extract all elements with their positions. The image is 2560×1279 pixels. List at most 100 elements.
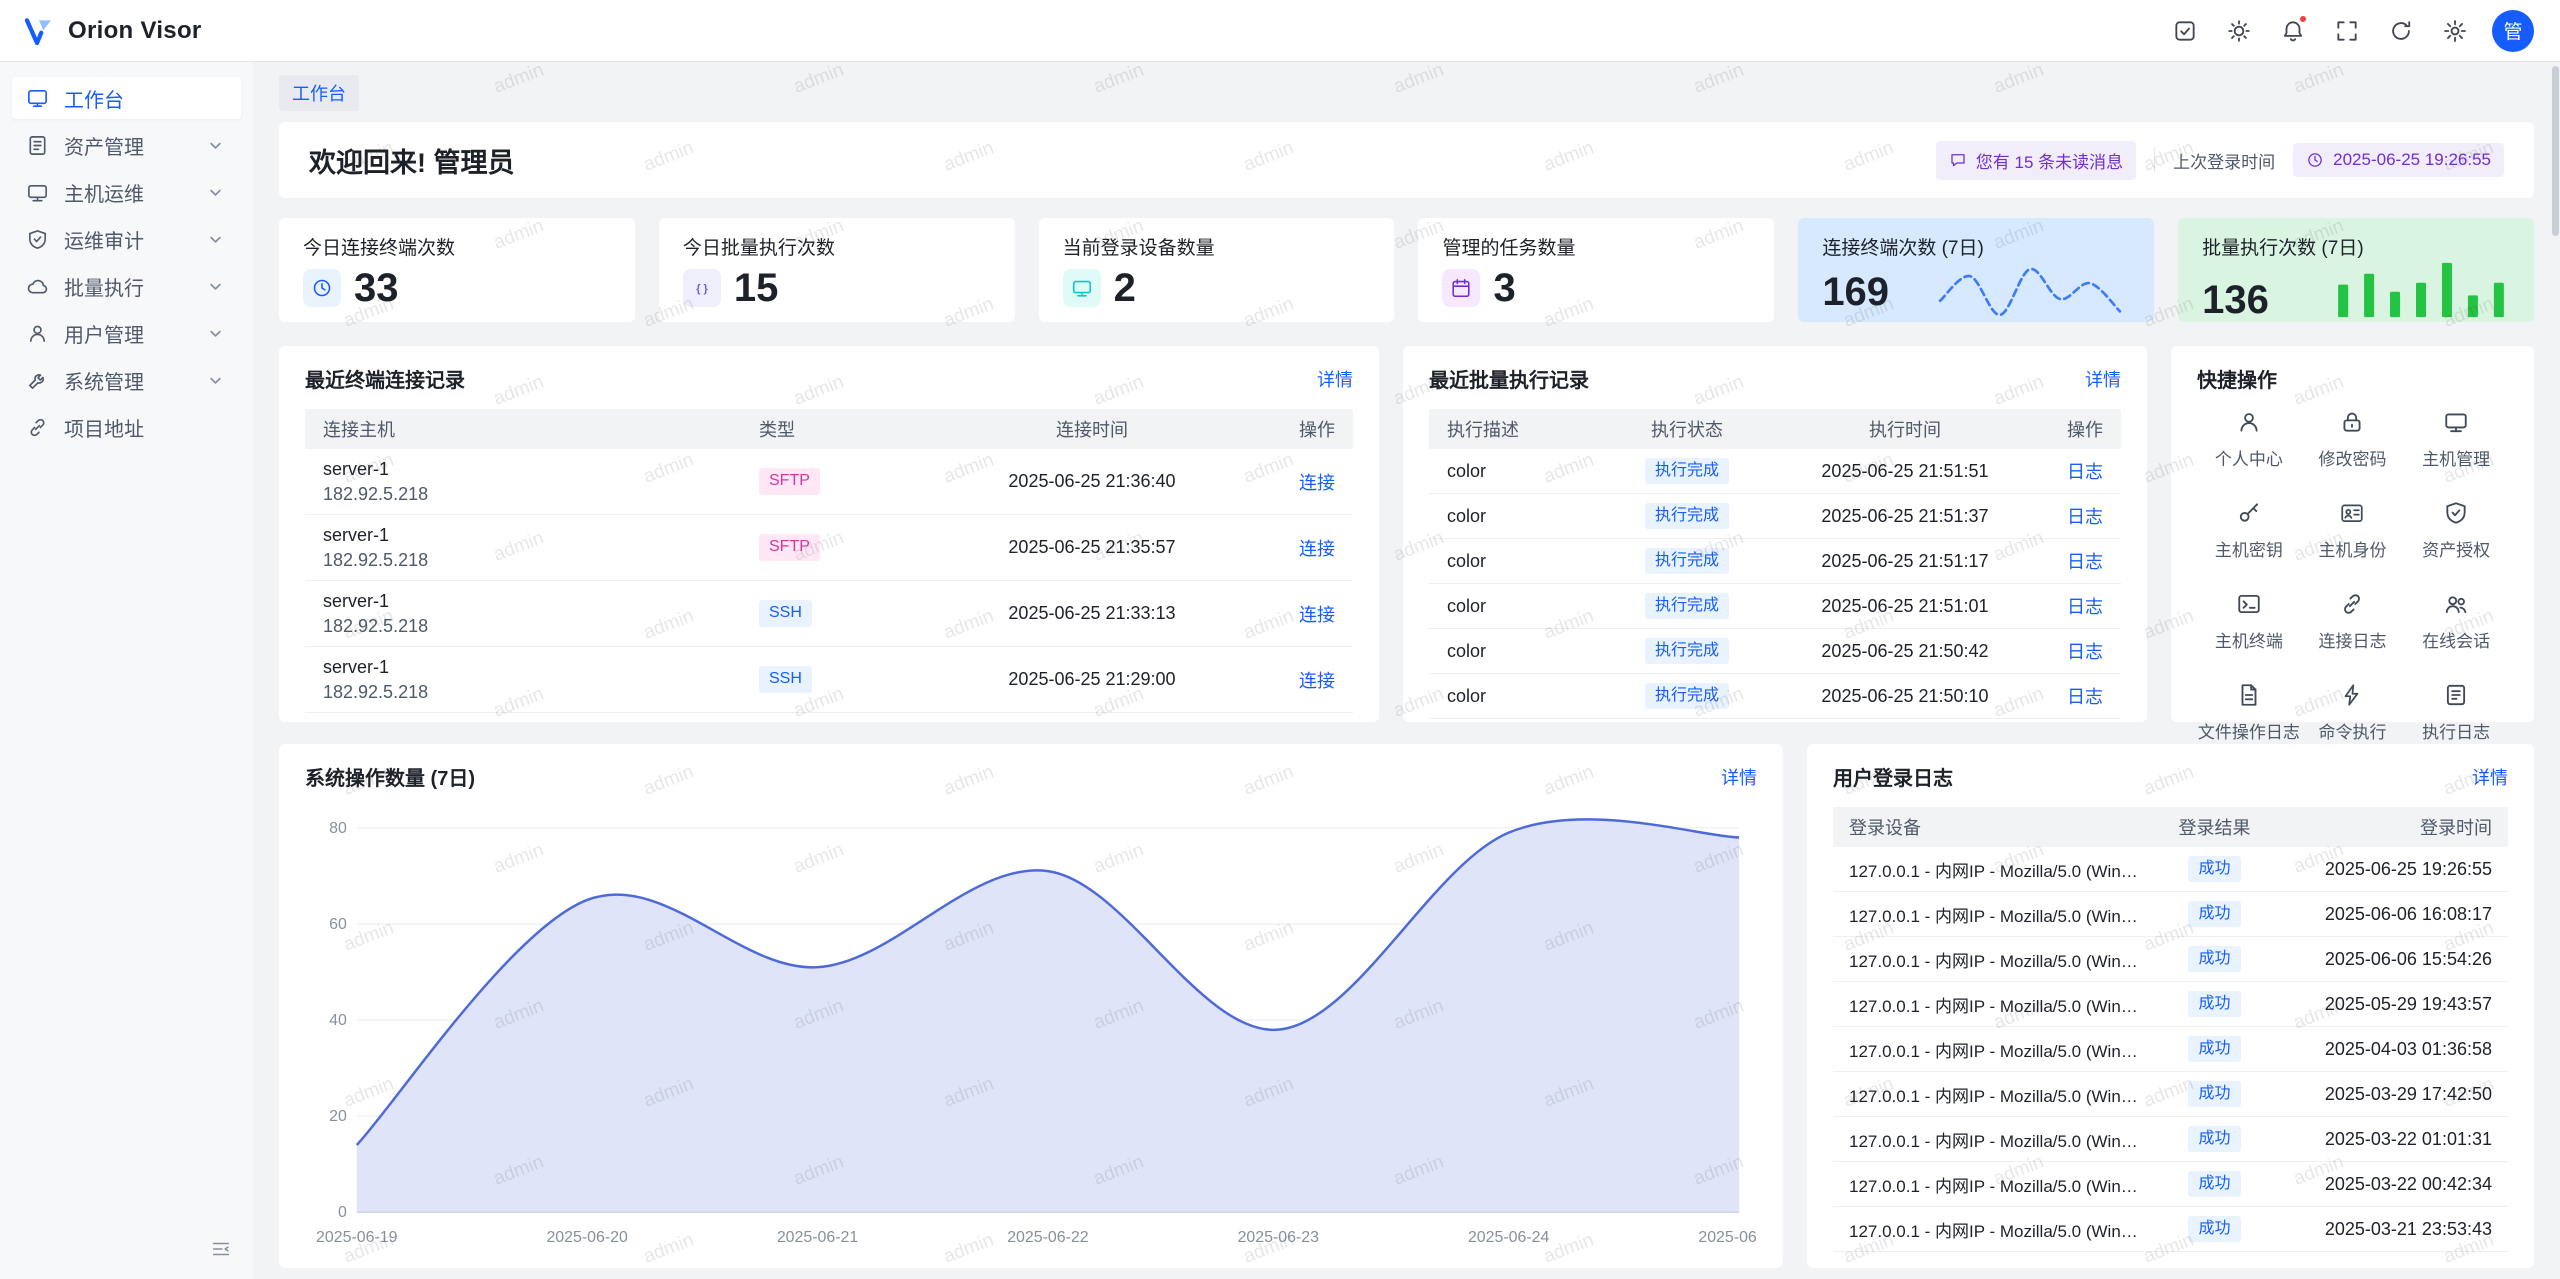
notifications-button[interactable]: [2270, 8, 2316, 54]
last-login-time-badge: 2025-06-25 19:26:55: [2293, 143, 2504, 177]
operations-area-chart: 0204060802025-06-192025-06-202025-06-212…: [305, 811, 1757, 1251]
executions-detail-link[interactable]: 详情: [2085, 366, 2121, 392]
chevron-down-icon: [204, 275, 227, 298]
app-logo[interactable]: Orion Visor: [22, 14, 202, 48]
exec-7d-bars: [2332, 260, 2510, 320]
collapse-icon: [210, 1238, 232, 1260]
status-tag: 执行完成: [1645, 593, 1729, 620]
quick-action-host-terminal[interactable]: 主机终端: [2197, 591, 2301, 652]
stat-card-exec-7d: 批量执行次数 (7日) 136: [2178, 218, 2534, 322]
quick-action-file-operation-logs[interactable]: 文件操作日志: [2197, 682, 2301, 743]
sidebar-item-user-management[interactable]: 用户管理: [12, 312, 241, 354]
quick-action-change-password[interactable]: 修改密码: [2301, 409, 2405, 470]
chart-detail-link[interactable]: 详情: [1721, 764, 1757, 790]
message-icon: [1949, 151, 1967, 169]
card-title: 最近批量执行记录: [1429, 364, 1589, 393]
svg-text:2025-06-23: 2025-06-23: [1238, 1229, 1320, 1246]
log-link[interactable]: 日志: [2067, 597, 2103, 617]
file-icon: [2236, 682, 2262, 708]
sidebar-item-workbench[interactable]: 工作台: [12, 77, 241, 119]
notification-dot: [2298, 14, 2308, 24]
connection-row: server-1 182.92.5.218 SSH 2025-06-25 21:…: [305, 581, 1353, 647]
dashboard-icon: [26, 87, 49, 110]
svg-text:80: 80: [329, 820, 347, 837]
result-tag: 成功: [2188, 946, 2240, 973]
top-header: Orion Visor: [0, 0, 2560, 62]
link-icon: [2339, 591, 2365, 617]
sidebar-item-ops-audit[interactable]: 运维审计: [12, 218, 241, 260]
log-link[interactable]: 日志: [2067, 507, 2103, 527]
login-log-row: 127.0.0.1 - 内网IP - Mozilla/5.0 (Windows …: [1833, 937, 2508, 982]
log-link[interactable]: 日志: [2067, 642, 2103, 662]
result-tag: 成功: [2188, 991, 2240, 1018]
svg-text:2025-06-20: 2025-06-20: [546, 1229, 628, 1246]
quick-action-host-management[interactable]: 主机管理: [2404, 409, 2508, 470]
sidebar-item-batch-execution[interactable]: 批量执行: [12, 265, 241, 307]
log-link[interactable]: 日志: [2067, 462, 2103, 482]
login-log-row: 127.0.0.1 - 内网IP - Mozilla/5.0 (Windows …: [1833, 1207, 2508, 1252]
quick-action-execution-logs[interactable]: 执行日志: [2404, 682, 2508, 743]
unread-messages-badge[interactable]: 您有 15 条未读消息: [1936, 141, 2136, 180]
svg-text:0: 0: [338, 1204, 347, 1221]
last-login-label: 上次登录时间: [2173, 148, 2275, 173]
stat-card: 当前登录设备数量 2: [1039, 218, 1395, 322]
svg-text:60: 60: [329, 916, 347, 933]
sidebar-item-system-management[interactable]: 系统管理: [12, 359, 241, 401]
execution-row: color 执行完成 2025-06-25 21:51:37 日志: [1429, 494, 2121, 539]
login-log-row: 127.0.0.1 - 内网IP - Mozilla/5.0 (Windows …: [1833, 1072, 2508, 1117]
login-logs-detail-link[interactable]: 详情: [2472, 764, 2508, 790]
sidebar-collapse-button[interactable]: [203, 1231, 239, 1267]
connection-row: server-1 182.92.5.218 SFTP 2025-06-25 21…: [305, 515, 1353, 581]
stat-card: 今日批量执行次数 15: [659, 218, 1015, 322]
clock-icon: [303, 269, 341, 307]
connection-row: server-1 182.92.5.218 SFTP 2025-06-25 21…: [305, 449, 1353, 515]
status-tag: 执行完成: [1645, 638, 1729, 665]
log-link[interactable]: 日志: [2067, 552, 2103, 572]
connections-detail-link[interactable]: 详情: [1317, 366, 1353, 392]
protocol-tag: SSH: [759, 600, 812, 627]
refresh-button[interactable]: [2378, 8, 2424, 54]
welcome-meta: 您有 15 条未读消息 上次登录时间 2025-06-25 19:26:55: [1936, 141, 2504, 180]
sidebar-item-project-link[interactable]: 项目地址: [12, 406, 241, 448]
quick-action-asset-authorization[interactable]: 资产授权: [2404, 500, 2508, 561]
sidebar-item-asset-management[interactable]: 资产管理: [12, 124, 241, 166]
table-header: 执行描述 执行状态 执行时间 操作: [1429, 409, 2121, 449]
stat-card: 管理的任务数量 3: [1418, 218, 1774, 322]
tasks-button[interactable]: [2162, 8, 2208, 54]
chevron-down-icon: [204, 181, 227, 204]
host-icon: [26, 181, 49, 204]
connect-link[interactable]: 连接: [1299, 605, 1335, 625]
login-log-row: 127.0.0.1 - 内网IP - Mozilla/5.0 (Windows …: [1833, 1027, 2508, 1072]
breadcrumb-item-workbench[interactable]: 工作台: [279, 75, 359, 111]
quick-action-online-sessions[interactable]: 在线会话: [2404, 591, 2508, 652]
quick-action-command-execution[interactable]: 命令执行: [2301, 682, 2405, 743]
result-tag: 成功: [2188, 1081, 2240, 1108]
settings-button[interactable]: [2432, 8, 2478, 54]
theme-toggle-button[interactable]: [2216, 8, 2262, 54]
status-tag: 执行完成: [1645, 683, 1729, 710]
host-icon: [2443, 409, 2469, 435]
fullscreen-button[interactable]: [2324, 8, 2370, 54]
connect-link[interactable]: 连接: [1299, 671, 1335, 691]
result-tag: 成功: [2188, 1171, 2240, 1198]
protocol-tag: SFTP: [759, 534, 820, 561]
connect-link[interactable]: 连接: [1299, 539, 1335, 559]
sidebar-item-host-ops[interactable]: 主机运维: [12, 171, 241, 213]
quick-action-host-identity[interactable]: 主机身份: [2301, 500, 2405, 561]
quick-action-connection-logs[interactable]: 连接日志: [2301, 591, 2405, 652]
scrollbar-thumb[interactable]: [2552, 66, 2559, 236]
card-title: 用户登录日志: [1833, 762, 1953, 791]
assets-icon: [26, 134, 49, 157]
quick-action-host-keys[interactable]: 主机密钥: [2197, 500, 2301, 561]
user-avatar[interactable]: 管: [2492, 10, 2534, 52]
connection-row: server-1 182.92.5.218 SSH 2025-06-25 21:…: [305, 647, 1353, 713]
recent-connections-card: 最近终端连接记录 详情 连接主机 类型 连接时间 操作 server-1 182…: [279, 346, 1379, 722]
execution-row: color 执行完成 2025-06-25 21:51:17 日志: [1429, 539, 2121, 584]
log-link[interactable]: 日志: [2067, 687, 2103, 707]
system-icon: [26, 369, 49, 392]
connect-link[interactable]: 连接: [1299, 473, 1335, 493]
quick-action-personal-center[interactable]: 个人中心: [2197, 409, 2301, 470]
clock-icon: [2306, 151, 2324, 169]
table-header: 登录设备 登录结果 登录时间: [1833, 807, 2508, 847]
result-tag: 成功: [2188, 856, 2240, 883]
